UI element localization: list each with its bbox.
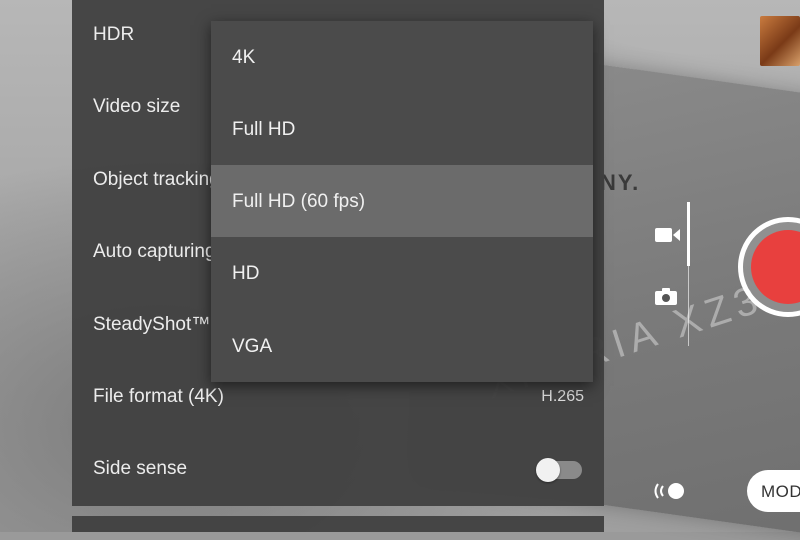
photo-camera-icon[interactable] <box>655 287 677 305</box>
option-label: 4K <box>232 47 256 68</box>
option-4k[interactable]: 4K <box>211 21 593 93</box>
option-full-hd-60fps[interactable]: Full HD (60 fps) <box>211 165 593 237</box>
option-label: Full HD (60 fps) <box>232 191 366 212</box>
setting-label: Auto capturing <box>93 241 216 262</box>
setting-label: Side sense <box>93 458 188 479</box>
video-camera-icon[interactable] <box>655 226 681 244</box>
mode-button[interactable]: MODE <box>747 470 800 512</box>
video-size-dropdown: 4K Full HD Full HD (60 fps) HD VGA <box>211 21 593 382</box>
option-full-hd[interactable]: Full HD <box>211 93 593 165</box>
capture-mode-slider[interactable] <box>687 202 690 266</box>
option-hd[interactable]: HD <box>211 237 593 309</box>
sound-icon[interactable] <box>652 480 688 502</box>
option-label: HD <box>232 263 260 284</box>
option-label: Full HD <box>232 119 296 140</box>
mode-button-label: MODE <box>761 482 800 501</box>
setting-side-sense[interactable]: Side sense <box>72 434 604 506</box>
capture-mode-slider-line <box>688 266 689 346</box>
setting-value: H.265 <box>541 388 584 405</box>
box-logo-text: NY. <box>600 170 641 195</box>
settings-panel-next-row <box>72 516 604 532</box>
side-sense-toggle[interactable] <box>536 458 582 482</box>
shutter-record-dot <box>751 230 800 304</box>
setting-label: Object tracking <box>93 169 220 190</box>
setting-label: SteadyShot™ <box>93 314 211 335</box>
option-label: VGA <box>232 336 273 357</box>
setting-label: File format (4K) <box>93 386 224 407</box>
toggle-knob <box>536 458 560 482</box>
gallery-thumbnail[interactable] <box>760 16 800 66</box>
option-vga[interactable]: VGA <box>211 310 593 382</box>
setting-label: Video size <box>93 96 181 117</box>
setting-label: HDR <box>93 24 135 45</box>
